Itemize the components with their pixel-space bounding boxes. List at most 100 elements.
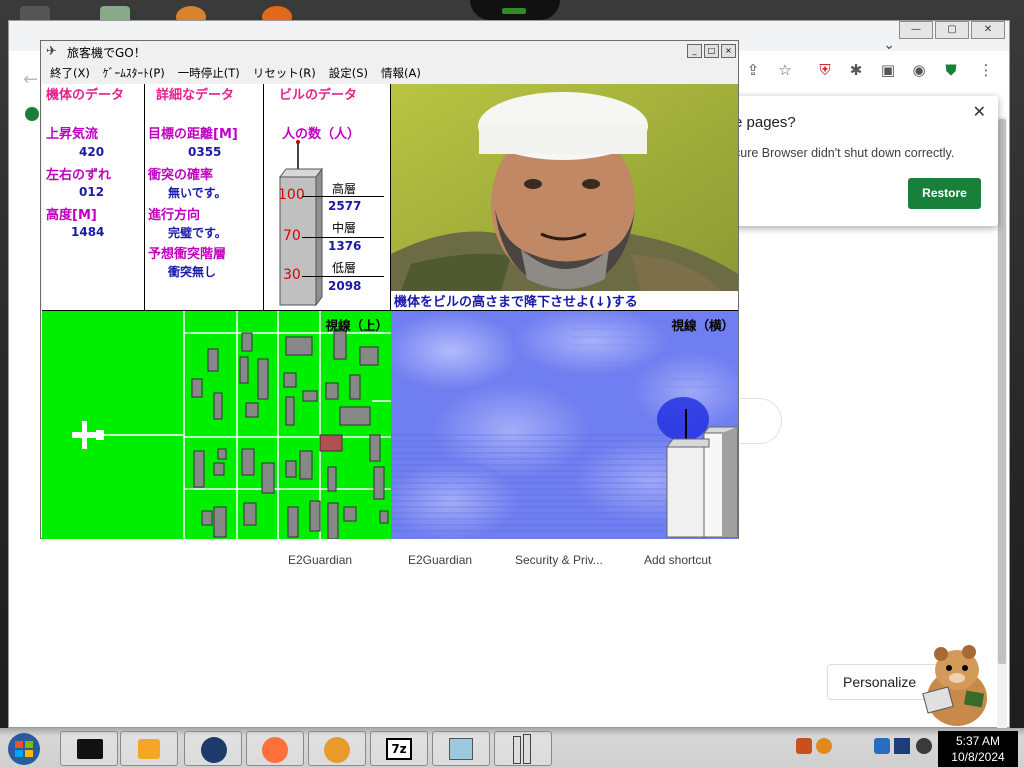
- side-view-panel: 視線（横）: [391, 310, 738, 539]
- instruction-caption: 機体をビルの高さまで降下させよ(↓)する: [394, 291, 738, 310]
- game-window: ✈ 旅客機でGO！ _ □ × 終了(X) ｹﾞｰﾑｽﾀｰﾄ(P) 一時停止(T…: [40, 40, 739, 539]
- altitude-value: 1484: [71, 225, 105, 239]
- shortcut-row: E2Guardian E2Guardian Security & Priv...…: [250, 553, 770, 573]
- mid-floor-value: 1376: [328, 239, 362, 253]
- detail-data-panel: 詳細なデータ 目標の距離[M] 0355 衝突の確率 無いです。 進行方向 完璧…: [145, 84, 264, 310]
- close-button[interactable]: ✕: [971, 21, 1005, 39]
- collision-value: 無いです。: [168, 186, 227, 200]
- direction-label: 進行方向: [148, 208, 201, 223]
- scrollbar[interactable]: [997, 117, 1007, 729]
- security-shield-icon[interactable]: ⛊: [940, 59, 962, 81]
- taskbar-app-firefox[interactable]: [246, 731, 304, 766]
- back-arrow-icon[interactable]: ←: [23, 69, 38, 90]
- high-floor-label: 高層: [332, 182, 357, 196]
- shield-extension-icon[interactable]: ⛨: [814, 59, 836, 81]
- distance-value: 0355: [188, 145, 222, 159]
- taskbar-app-terminal[interactable]: [60, 731, 118, 766]
- taskbar-app-game[interactable]: [494, 731, 552, 766]
- game-title: 旅客機でGO！: [67, 46, 146, 60]
- taskbar-app-notes[interactable]: [432, 731, 490, 766]
- shortcut-label[interactable]: Add shortcut: [644, 553, 711, 567]
- taskbar-app-globe[interactable]: [184, 731, 242, 766]
- collision-floor-value: 衝突無し: [168, 265, 217, 279]
- extensions-puzzle-icon[interactable]: ✱: [845, 59, 867, 81]
- share-icon[interactable]: ⇪: [742, 59, 764, 81]
- high-floor-value: 2577: [328, 199, 362, 213]
- menu-info[interactable]: 情報(A): [381, 63, 421, 84]
- menu-settings[interactable]: 設定(S): [329, 63, 368, 84]
- shortcut-label[interactable]: Security & Priv...: [515, 553, 603, 567]
- 7zip-icon: 7z: [386, 738, 412, 760]
- drift-value: 012: [79, 185, 105, 199]
- mid-floor-label: 中層: [332, 221, 357, 235]
- start-button-icon[interactable]: [4, 732, 44, 766]
- menu-reset[interactable]: リセット(R): [253, 63, 316, 84]
- bookmark-star-icon[interactable]: ☆: [774, 59, 796, 81]
- browser-icon: [324, 737, 350, 763]
- minimize-button[interactable]: —: [899, 21, 933, 39]
- updraft-value: 420: [79, 145, 105, 159]
- maximize-button[interactable]: ▢: [935, 21, 969, 39]
- close-button[interactable]: ×: [721, 44, 736, 58]
- top-view-map: [42, 311, 391, 539]
- collision-floor-label: 予想衝突階層: [148, 247, 227, 262]
- tray-monitor-icon[interactable]: [894, 738, 910, 754]
- shortcut-label[interactable]: E2Guardian: [408, 553, 472, 567]
- taskbar-app-7zip[interactable]: 7z: [370, 731, 428, 766]
- panel-heading: ビルのデータ: [279, 88, 358, 103]
- tray-search-icon[interactable]: [816, 738, 832, 754]
- taskbar-app-media[interactable]: [120, 731, 178, 766]
- restore-title: e pages?: [734, 114, 796, 131]
- building-data-panel: ビルのデータ 人の数（人） 100 70 30 高層 2577 中層 1376 …: [264, 84, 391, 310]
- direction-value: 完璧です。: [168, 226, 227, 240]
- level-mid-marker: 70: [283, 228, 301, 244]
- minimize-button[interactable]: _: [687, 44, 702, 58]
- close-icon[interactable]: ✕: [973, 102, 986, 121]
- towers-icon: [513, 736, 521, 764]
- profile-icon[interactable]: ◉: [908, 59, 930, 81]
- towers-icon: [523, 734, 531, 764]
- scroll-thumb[interactable]: [998, 119, 1006, 664]
- clock-time: 5:37 AM: [955, 734, 1001, 748]
- game-body: 機体のデータ 上昇気流 420 左右のずれ 012 高度[M] 1484 詳細な…: [42, 84, 738, 539]
- taskbar-clock[interactable]: 5:37 AM 10/8/2024: [938, 731, 1018, 767]
- menu-bar: 終了(X) ｹﾞｰﾑｽﾀｰﾄ(P) 一時停止(T) リセット(R) 設定(S) …: [41, 63, 738, 84]
- panel-heading: 機体のデータ: [46, 88, 125, 103]
- maximize-button[interactable]: □: [704, 44, 719, 58]
- side-view-sky: [391, 311, 738, 539]
- sidepanel-icon[interactable]: ▣: [877, 59, 899, 81]
- altitude-label: 高度[M]: [46, 208, 97, 223]
- restore-message: cure Browser didn't shut down correctly.: [734, 146, 955, 160]
- distance-label: 目標の距離[M]: [148, 127, 238, 142]
- building-gauge-icon: [279, 140, 323, 307]
- bookmark-icon[interactable]: [25, 107, 39, 121]
- top-view-panel: 視線（上）: [42, 310, 391, 539]
- tray-wifi-icon[interactable]: [916, 738, 932, 754]
- shortcut-label[interactable]: E2Guardian: [288, 553, 352, 567]
- updraft-label: 上昇気流: [46, 127, 99, 142]
- menu-dots-icon[interactable]: ⋮: [975, 59, 997, 81]
- menu-exit[interactable]: 終了(X): [50, 63, 90, 84]
- clock-date: 10/8/2024: [951, 750, 1005, 764]
- level-line: [302, 276, 384, 277]
- top-view-label: 視線（上）: [325, 318, 388, 333]
- level-low-marker: 30: [283, 267, 301, 283]
- restore-dialog: e pages? ✕ cure Browser didn't shut down…: [720, 96, 998, 226]
- level-high-marker: 100: [278, 187, 305, 203]
- window-controls: — ▢ ✕: [897, 21, 1005, 39]
- media-player-icon: [138, 739, 160, 759]
- level-line: [302, 237, 384, 238]
- restore-button[interactable]: Restore: [908, 178, 981, 209]
- drift-label: 左右のずれ: [46, 168, 112, 183]
- menu-pause[interactable]: 一時停止(T): [178, 63, 240, 84]
- hamster-mascot-icon: [922, 645, 987, 726]
- tray-shield-icon[interactable]: [874, 738, 890, 754]
- tray-tools-icon[interactable]: [796, 738, 812, 754]
- firefox-icon: [262, 737, 288, 763]
- taskbar-app-browser[interactable]: [308, 731, 366, 766]
- game-titlebar: ✈ 旅客機でGO！ _ □ ×: [41, 41, 738, 63]
- terminal-icon: [77, 739, 103, 759]
- menu-game-start[interactable]: ｹﾞｰﾑｽﾀｰﾄ(P): [103, 63, 165, 84]
- notch-lights: [502, 8, 526, 14]
- portrait-image: [391, 84, 738, 291]
